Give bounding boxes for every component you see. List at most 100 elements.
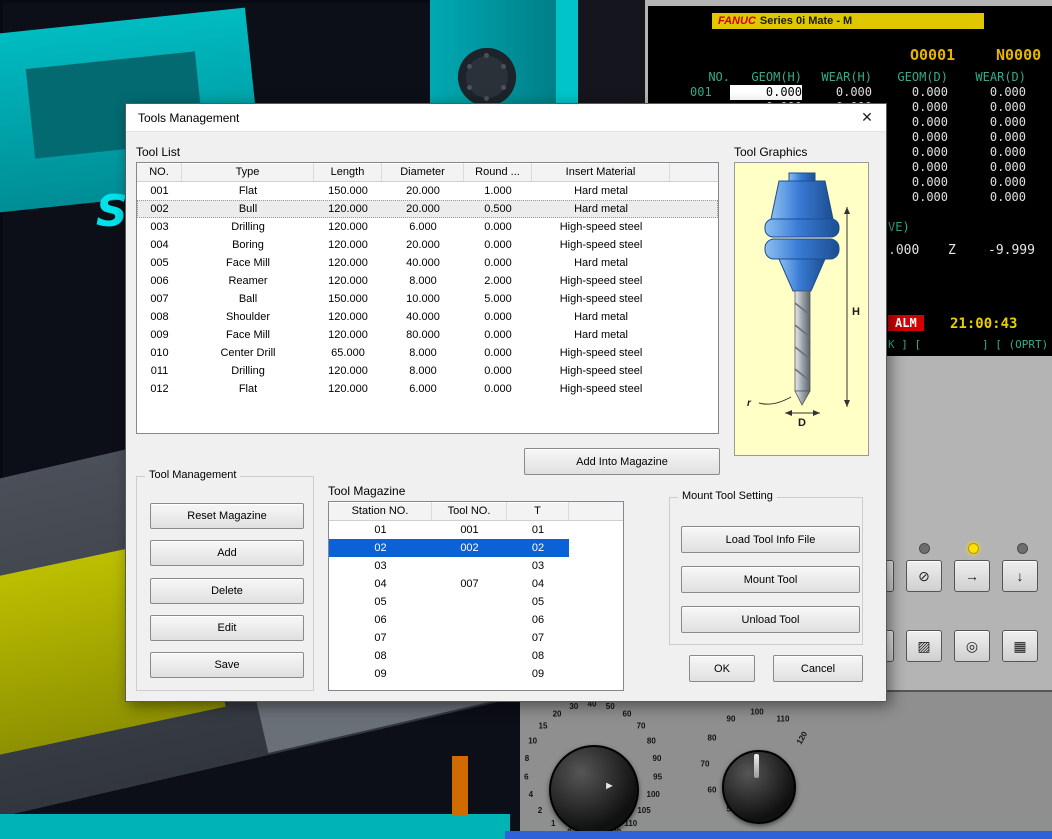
tool-graphics-panel: H r D xyxy=(734,162,869,456)
indicator-led xyxy=(919,543,930,554)
spindle-override-knob[interactable] xyxy=(722,750,796,824)
dial-scale-label: 105 xyxy=(637,806,651,816)
tool-list-header: NO. Type Length Diameter Round ... Insert Mat… xyxy=(137,163,718,182)
tool-magazine-row[interactable]: 02 002 02 xyxy=(329,539,623,557)
tool-list-row[interactable]: 005 Face Mill 120.000 40.000 0.000 Hard … xyxy=(137,254,718,272)
panel-key-button[interactable]: ◎ xyxy=(954,630,990,662)
column-header[interactable]: Diameter xyxy=(382,163,464,181)
dim-r-label: r xyxy=(747,398,752,409)
tool-list-row[interactable]: 003 Drilling 120.000 6.000 0.000 High-sp… xyxy=(137,218,718,236)
offset-row: 001 0.000 0.000 0.000 0.000 xyxy=(690,85,1026,100)
panel-key-icon: ↓ xyxy=(1016,568,1024,584)
mount-tool-button[interactable]: Mount Tool xyxy=(681,566,860,593)
cnc-brand-bar: FANUC Series 0i Mate - M xyxy=(712,13,984,29)
tool-magazine-table: Station NO. Tool NO. T 01 001 01 02 002 02 xyxy=(328,501,624,691)
column-header[interactable]: NO. xyxy=(137,163,182,181)
tool-list-row[interactable]: 009 Face Mill 120.000 80.000 0.000 Hard … xyxy=(137,326,718,344)
panel-led-row-top xyxy=(870,543,1028,554)
save-button[interactable]: Save xyxy=(150,652,304,678)
unload-tool-button[interactable]: Unload Tool xyxy=(681,606,860,633)
dial-scale-label: 90 xyxy=(726,714,736,724)
panel-key-button[interactable]: ▨ xyxy=(906,630,942,662)
offset-header-cell: NO. xyxy=(708,70,730,84)
dim-d-label: D xyxy=(798,417,806,429)
offset-header-cell: WEAR(D) xyxy=(975,70,1026,84)
tool-list-body: 001 Flat 150.000 20.000 1.000 Hard metal… xyxy=(137,182,718,398)
window-border-bottom xyxy=(505,831,1052,839)
dial-scale-label: 2 xyxy=(537,806,543,816)
dial-scale-label: 100 xyxy=(646,790,660,800)
offset-table-header: NO. GEOM(H) WEAR(H) GEOM(D) WEAR(D) xyxy=(680,70,1030,85)
tool-magazine-row[interactable]: 01 001 01 xyxy=(329,521,623,539)
tool-magazine-row[interactable]: 03 03 xyxy=(329,557,623,575)
tool-list-row[interactable]: 004 Boring 120.000 20.000 0.000 High-spe… xyxy=(137,236,718,254)
tool-magazine-row[interactable]: 05 05 xyxy=(329,593,623,611)
column-header[interactable]: Tool NO. xyxy=(432,502,507,520)
machine-rail-3d xyxy=(0,814,510,839)
column-header[interactable]: T xyxy=(507,502,569,520)
z-axis-label: Z xyxy=(948,243,956,258)
delete-button[interactable]: Delete xyxy=(150,578,304,604)
x-value-fragment: .000 xyxy=(888,243,920,258)
add-button[interactable]: Add xyxy=(150,540,304,566)
panel-key-button[interactable]: ⊘ xyxy=(906,560,942,592)
tool-list-row[interactable]: 010 Center Drill 65.000 8.000 0.000 High… xyxy=(137,344,718,362)
tool-list-row[interactable]: 007 Ball 150.000 10.000 5.000 High-speed… xyxy=(137,290,718,308)
dial-scale-label: 1 xyxy=(550,818,556,828)
panel-key-icon: → xyxy=(965,568,979,584)
tools-management-dialog: Tools Management ✕ Tool List NO. Type Leng… xyxy=(125,103,887,702)
spindle-knob-pointer xyxy=(754,754,759,778)
panel-key-button[interactable]: ↓ xyxy=(1002,560,1038,592)
machine-lever-3d xyxy=(452,756,468,816)
column-header[interactable]: Round ... xyxy=(464,163,532,181)
softkey-status-left: K ] [ xyxy=(888,338,922,351)
tool-management-group-label: Tool Management xyxy=(145,469,241,481)
dial-scale-label: 30 xyxy=(569,702,579,712)
panel-key-button[interactable]: → xyxy=(954,560,990,592)
indicator-led xyxy=(1017,543,1028,554)
tool-list-row[interactable]: 002 Bull 120.000 20.000 0.500 Hard metal xyxy=(137,200,718,218)
tool-list-row[interactable]: 008 Shoulder 120.000 40.000 0.000 Hard m… xyxy=(137,308,718,326)
panel-key-icon: ◎ xyxy=(965,637,979,654)
tool-magazine-row[interactable]: 09 09 xyxy=(329,665,623,683)
dial-scale-label: 20 xyxy=(552,709,562,719)
cancel-button[interactable]: Cancel xyxy=(773,655,863,682)
sequence-number: N0000 xyxy=(996,46,1042,64)
column-header[interactable]: Length xyxy=(314,163,382,181)
edit-button[interactable]: Edit xyxy=(150,615,304,641)
tool-magazine-row[interactable]: 08 08 xyxy=(329,647,623,665)
tool-list-row[interactable]: 012 Flat 120.000 6.000 0.000 High-speed … xyxy=(137,380,718,398)
tool-magazine-row[interactable]: 04 007 04 xyxy=(329,575,623,593)
panel-key-button[interactable]: ▦ xyxy=(1002,630,1038,662)
add-into-magazine-button[interactable]: Add Into Magazine xyxy=(524,448,720,475)
reset-magazine-button[interactable]: Reset Magazine xyxy=(150,503,304,529)
column-header[interactable]: Type xyxy=(182,163,314,181)
dial-scale-label: 70 xyxy=(636,721,646,731)
z-axis-value: -9.999 xyxy=(988,243,1035,258)
load-tool-info-file-button[interactable]: Load Tool Info File xyxy=(681,526,860,553)
dial-scale-label: 6 xyxy=(524,772,529,782)
dial-scale-label: 15 xyxy=(538,721,548,731)
dial-scale-label: 90 xyxy=(652,754,662,764)
tool-magazine-row[interactable]: 06 06 xyxy=(329,611,623,629)
tool-magazine-body: 01 001 01 02 002 02 03 03 04 007 04 05 0… xyxy=(329,521,623,683)
close-icon[interactable]: ✕ xyxy=(850,104,884,131)
tool-magazine-row[interactable]: 07 07 xyxy=(329,629,623,647)
clock: 21:00:43 xyxy=(950,316,1018,332)
tool-magazine-header: Station NO. Tool NO. T xyxy=(329,502,623,521)
dial-scale-label: 110 xyxy=(776,714,790,724)
position-label-fragment: VE) xyxy=(888,220,910,234)
tool-list-row[interactable]: 001 Flat 150.000 20.000 1.000 Hard metal xyxy=(137,182,718,200)
column-header[interactable]: Station NO. xyxy=(329,502,432,520)
softkey-status-right: ] [ (OPRT) xyxy=(982,338,1049,351)
tool-list-row[interactable]: 011 Drilling 120.000 8.000 0.000 High-sp… xyxy=(137,362,718,380)
tool-list-label: Tool List xyxy=(136,145,181,159)
alarm-badge: ALM xyxy=(888,315,924,331)
tool-list-row[interactable]: 006 Reamer 120.000 8.000 2.000 High-spee… xyxy=(137,272,718,290)
feed-override-knob[interactable] xyxy=(549,745,639,835)
dial-scale-label: 8 xyxy=(524,754,530,764)
feed-knob-pointer: ► xyxy=(604,780,615,792)
tool-list-table: NO. Type Length Diameter Round ... Insert Mat… xyxy=(136,162,719,434)
ok-button[interactable]: OK xyxy=(689,655,755,682)
column-header[interactable]: Insert Material xyxy=(532,163,670,181)
